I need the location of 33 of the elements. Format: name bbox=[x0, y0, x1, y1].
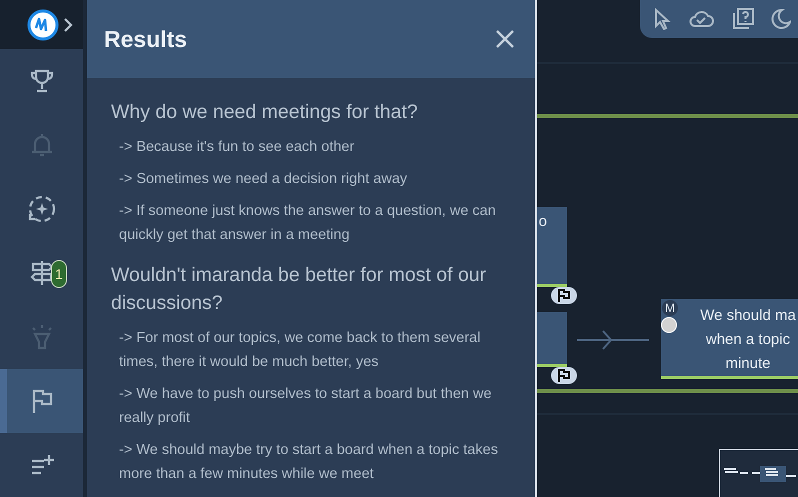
card-text: We should ma when a topic minute bbox=[699, 306, 797, 374]
chevron-right-icon[interactable] bbox=[63, 16, 73, 32]
cloud-check-icon[interactable] bbox=[688, 10, 714, 28]
help-icon[interactable] bbox=[732, 8, 754, 30]
author-badge: M bbox=[662, 300, 678, 316]
bell-icon bbox=[30, 132, 54, 158]
signpost-icon bbox=[28, 259, 54, 287]
moon-icon[interactable] bbox=[771, 9, 792, 29]
close-button[interactable] bbox=[495, 29, 515, 49]
logo-icon[interactable] bbox=[27, 8, 59, 40]
answer-text: -> If someone just knows the answer to a question, we can quickly get that answer in a meeting bbox=[119, 202, 497, 245]
cursor-icon[interactable] bbox=[652, 8, 671, 30]
topic-card[interactable] bbox=[537, 312, 567, 367]
count-badge: 1 bbox=[51, 260, 67, 288]
answer-text: -> Because it's fun to see each other bbox=[119, 138, 356, 157]
trophy-icon bbox=[28, 68, 54, 94]
sidebar-item[interactable] bbox=[0, 369, 83, 433]
topic-card[interactable]: M We should ma when a topic minute bbox=[661, 299, 798, 379]
flag-badge[interactable] bbox=[551, 287, 577, 304]
sparkle-cycle-icon bbox=[26, 194, 56, 224]
status-circle bbox=[661, 317, 677, 333]
arrow-connector bbox=[577, 329, 649, 351]
question-heading: Why do we need meetings for that? bbox=[111, 100, 419, 125]
answer-text: -> For most of our topics, we come back to them several times, there it would be much better, yes bbox=[119, 329, 482, 372]
topic-card[interactable]: o bbox=[537, 207, 567, 287]
panel-title: Results bbox=[104, 26, 188, 52]
card-text: o bbox=[538, 213, 547, 230]
question-heading: Wouldn't imaranda be better for most of our discussions? bbox=[111, 263, 488, 316]
flag-badge[interactable] bbox=[551, 367, 577, 384]
answer-text: -> Sometimes we need a decision right away bbox=[119, 170, 408, 189]
sidebar-item[interactable]: 1 bbox=[0, 241, 83, 305]
answer-text: -> We should maybe try to start a board when a topic takes more than a few minutes while we meet bbox=[119, 441, 499, 484]
answer-text: -> We have to push ourselves to start a board but then we really profit bbox=[119, 385, 493, 428]
